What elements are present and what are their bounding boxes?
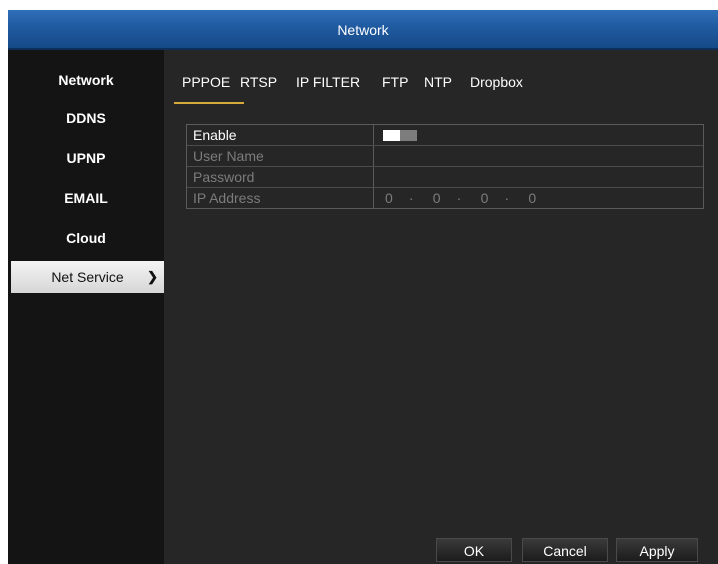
title-bar: Network bbox=[8, 10, 718, 50]
ip-octet-1: 0 bbox=[385, 190, 393, 206]
ip-octet-2: 0 bbox=[432, 190, 441, 206]
form-row-ip-address: IP Address 0 · 0 · 0 · 0 bbox=[187, 188, 703, 208]
sidebar: Network DDNS UPNP EMAIL Cloud Net Servic… bbox=[8, 50, 164, 564]
active-tab-underline bbox=[174, 102, 244, 104]
password-label: Password bbox=[193, 169, 255, 185]
sidebar-item-email[interactable]: EMAIL bbox=[8, 182, 164, 214]
ip-dot: · bbox=[408, 190, 414, 206]
ip-octet-4: 0 bbox=[528, 190, 537, 206]
user-name-label: User Name bbox=[193, 148, 264, 164]
form-row-enable: Enable bbox=[187, 125, 703, 146]
tab-rtsp[interactable]: RTSP bbox=[240, 74, 277, 90]
tab-ip-filter[interactable]: IP FILTER bbox=[296, 74, 360, 90]
network-window: Network Network DDNS UPNP EMAIL Cloud Ne… bbox=[8, 10, 718, 564]
ip-dot: · bbox=[504, 190, 510, 206]
toggle-knob bbox=[383, 130, 400, 141]
sidebar-item-ddns[interactable]: DDNS bbox=[8, 102, 164, 134]
ip-address-label: IP Address bbox=[193, 190, 261, 206]
sidebar-item-network[interactable]: Network bbox=[8, 64, 164, 96]
tab-pppoe[interactable]: PPPOE bbox=[182, 74, 230, 90]
sidebar-item-cloud[interactable]: Cloud bbox=[8, 222, 164, 254]
tab-ftp[interactable]: FTP bbox=[382, 74, 408, 90]
pppoe-form: Enable User Name Password IP Address 0 · bbox=[186, 124, 704, 209]
form-row-password: Password bbox=[187, 167, 703, 188]
cancel-button[interactable]: Cancel bbox=[522, 538, 608, 562]
sidebar-item-net-service[interactable]: Net Service ❯ bbox=[11, 261, 164, 293]
main-content: PPPOE RTSP IP FILTER FTP NTP Dropbox Ena… bbox=[164, 50, 718, 564]
ok-button[interactable]: OK bbox=[436, 538, 512, 562]
enable-toggle[interactable] bbox=[383, 130, 417, 141]
sidebar-item-upnp[interactable]: UPNP bbox=[8, 142, 164, 174]
form-row-user-name: User Name bbox=[187, 146, 703, 167]
tab-dropbox[interactable]: Dropbox bbox=[470, 74, 523, 90]
chevron-right-icon: ❯ bbox=[147, 269, 158, 284]
enable-label: Enable bbox=[193, 127, 237, 143]
window-title: Network bbox=[337, 22, 389, 38]
ip-dot: · bbox=[456, 190, 462, 206]
ip-address-field[interactable]: 0 · 0 · 0 · 0 bbox=[385, 190, 548, 206]
sidebar-item-label: Net Service bbox=[51, 269, 124, 285]
apply-button[interactable]: Apply bbox=[616, 538, 698, 562]
tab-ntp[interactable]: NTP bbox=[424, 74, 452, 90]
ip-octet-3: 0 bbox=[480, 190, 489, 206]
